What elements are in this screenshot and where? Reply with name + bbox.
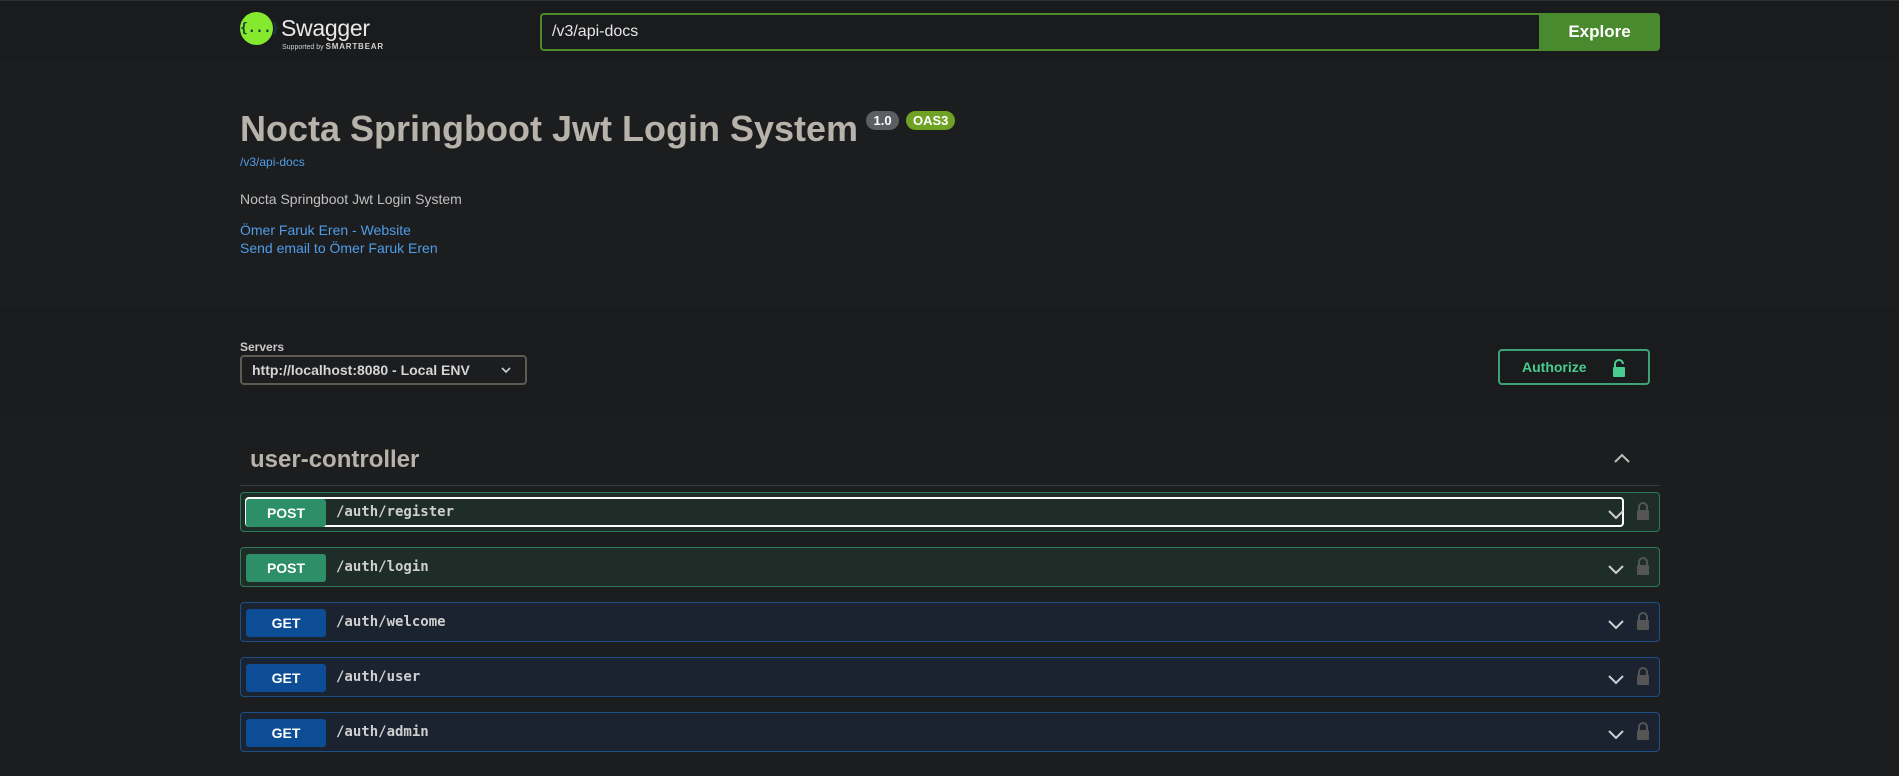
method-badge: POST (246, 554, 326, 582)
version-badge: 1.0 (866, 111, 899, 130)
logo-subtitle: Supported by SMARTBEAR (282, 42, 384, 51)
contact-website-link[interactable]: Ömer Faruk Eren - Website (240, 222, 411, 238)
operation-path: /auth/user (336, 669, 421, 685)
api-description: Nocta Springboot Jwt Login System (240, 191, 462, 207)
section-divider (240, 485, 1660, 486)
authorize-button[interactable]: Authorize (1498, 349, 1650, 385)
section-title[interactable]: user-controller (250, 446, 419, 474)
unlock-icon (1612, 359, 1626, 380)
operation-path: /auth/login (336, 559, 429, 575)
chevron-down-icon[interactable] (1607, 727, 1625, 745)
lock-icon[interactable] (1636, 556, 1650, 581)
method-badge: GET (246, 664, 326, 692)
explore-button[interactable]: Explore (1539, 13, 1660, 51)
page-title: Nocta Springboot Jwt Login System (240, 108, 859, 149)
servers-select[interactable]: http://localhost:8080 - Local ENV (240, 355, 527, 385)
chevron-down-icon (501, 357, 511, 393)
topbar: {...} Swagger Supported by SMARTBEAR Exp… (0, 0, 1899, 61)
swagger-logo-icon: {...} (240, 12, 279, 45)
chevron-up-icon[interactable] (1612, 449, 1632, 474)
logo-text: Swagger (281, 15, 370, 41)
logo-sub-prefix: Supported by (282, 44, 324, 51)
chevron-down-icon[interactable] (1607, 507, 1625, 525)
operation-path: /auth/welcome (336, 614, 446, 630)
contact-email-link[interactable]: Send email to Ömer Faruk Eren (240, 240, 438, 256)
operation-get-auth-user[interactable]: GET /auth/user (240, 657, 1660, 697)
chevron-down-icon[interactable] (1607, 672, 1625, 690)
servers-label: Servers (240, 340, 285, 354)
operation-path: /auth/admin (336, 724, 429, 740)
operation-get-auth-admin[interactable]: GET /auth/admin (240, 712, 1660, 752)
authorize-label: Authorize (1522, 359, 1587, 375)
operation-post-auth-register[interactable]: POST /auth/register (240, 492, 1660, 532)
method-badge: GET (246, 719, 326, 747)
api-info: Nocta Springboot Jwt Login System 1.0 OA… (240, 108, 1660, 150)
spec-link[interactable]: /v3/api-docs (240, 155, 305, 169)
method-badge: POST (246, 499, 326, 527)
swagger-logo[interactable]: {...} Swagger Supported by SMARTBEAR (240, 12, 383, 52)
logo-sub-brand: SMARTBEAR (325, 42, 384, 51)
chevron-down-icon[interactable] (1607, 617, 1625, 635)
chevron-down-icon[interactable] (1607, 562, 1625, 580)
operation-post-auth-login[interactable]: POST /auth/login (240, 547, 1660, 587)
operation-get-auth-welcome[interactable]: GET /auth/welcome (240, 602, 1660, 642)
operation-path: /auth/register (336, 504, 455, 520)
oas-badge: OAS3 (906, 111, 956, 130)
method-badge: GET (246, 609, 326, 637)
lock-icon[interactable] (1636, 611, 1650, 636)
spec-url-input[interactable] (540, 13, 1539, 51)
lock-icon[interactable] (1636, 721, 1650, 746)
lock-icon[interactable] (1636, 501, 1650, 526)
servers-selected-value: http://localhost:8080 - Local ENV (252, 362, 470, 378)
lock-icon[interactable] (1636, 666, 1650, 691)
